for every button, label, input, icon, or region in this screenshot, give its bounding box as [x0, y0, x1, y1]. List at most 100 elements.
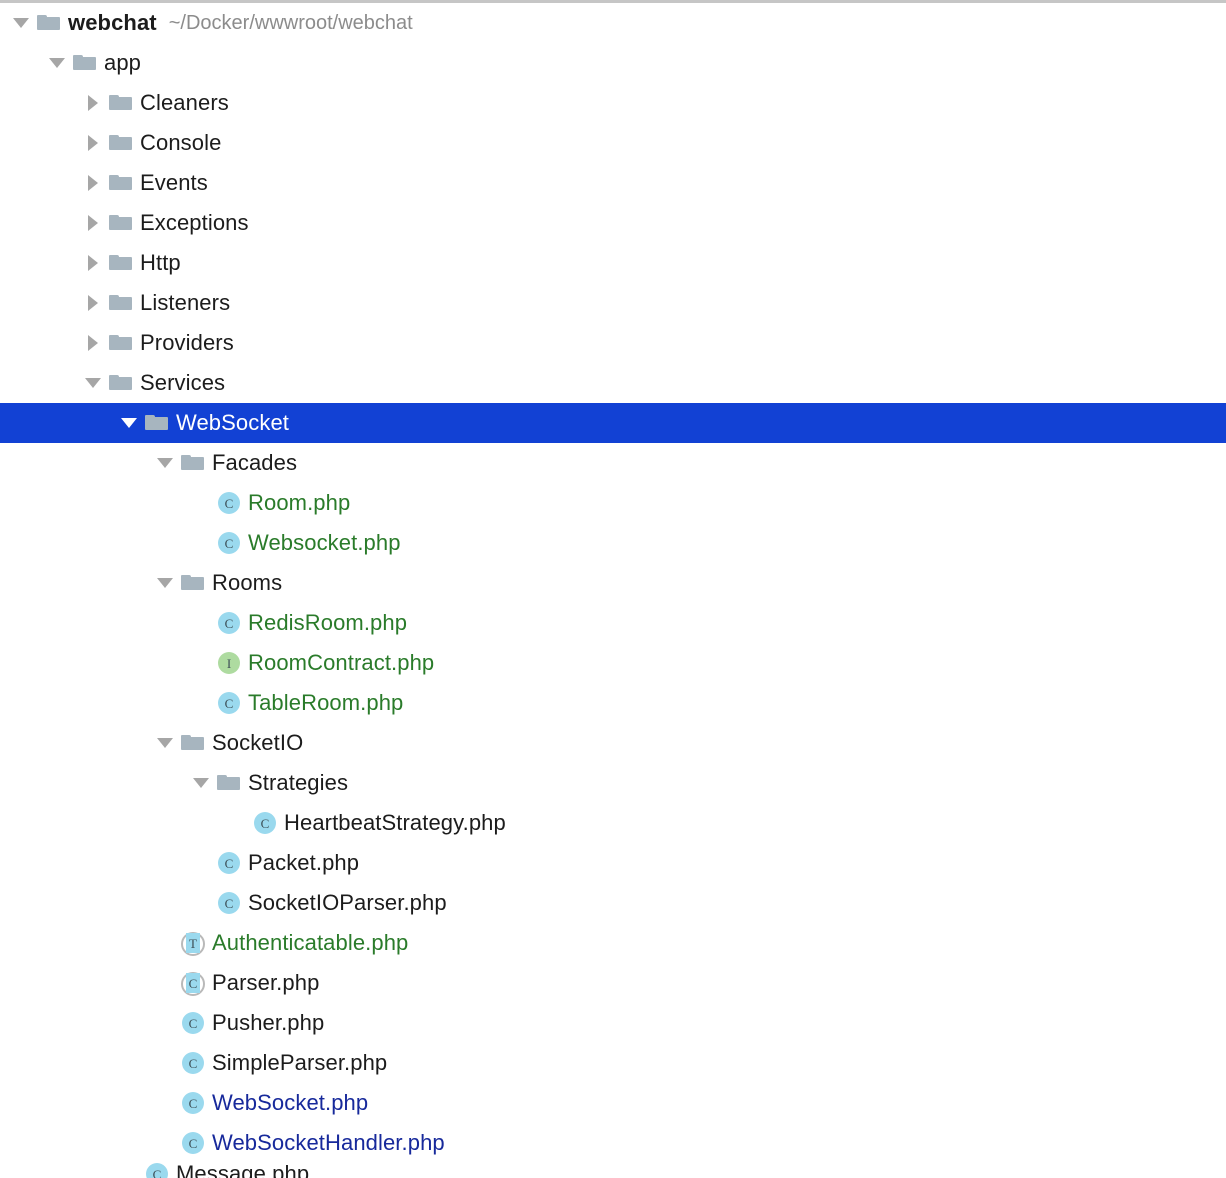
- tree-indent-spacer: [0, 783, 188, 784]
- tree-toggle[interactable]: [80, 83, 106, 123]
- php-class-icon: C: [180, 1043, 206, 1083]
- tree-row[interactable]: webchat ~/Docker/wwwroot/webchat: [0, 3, 1226, 43]
- tree-toggle-placeholder: [152, 963, 178, 1003]
- tree-row[interactable]: Facades: [0, 443, 1226, 483]
- tree-row[interactable]: C WebSocket.php: [0, 1083, 1226, 1123]
- tree-row[interactable]: Cleaners: [0, 83, 1226, 123]
- tree-row[interactable]: Strategies: [0, 763, 1226, 803]
- php-interface-icon: I: [216, 643, 242, 683]
- tree-toggle[interactable]: [80, 163, 106, 203]
- tree-row[interactable]: WebSocket: [0, 403, 1226, 443]
- php-class-icon: C: [252, 803, 278, 843]
- php-trait-icon: T: [180, 923, 206, 963]
- php-class-icon: C: [216, 843, 242, 883]
- tree-row[interactable]: C Packet.php: [0, 843, 1226, 883]
- tree-toggle[interactable]: [152, 723, 178, 763]
- type-badge-glyph: C: [218, 612, 240, 634]
- tree-toggle[interactable]: [80, 123, 106, 163]
- chevron-down-icon[interactable]: [157, 458, 173, 468]
- chevron-right-icon[interactable]: [88, 95, 98, 111]
- tree-indent-spacer: [0, 943, 152, 944]
- tree-row[interactable]: C WebSocketHandler.php: [0, 1123, 1226, 1163]
- tree-row-label: Parser.php: [212, 970, 320, 995]
- tree-row-label: Listeners: [140, 290, 231, 315]
- tree-row[interactable]: SocketIO: [0, 723, 1226, 763]
- tree-indent-spacer: [0, 903, 188, 904]
- tree-indent-spacer: [0, 863, 188, 864]
- tree-toggle[interactable]: [44, 43, 70, 83]
- tree-row-label: Packet.php: [248, 850, 360, 875]
- chevron-right-icon[interactable]: [88, 255, 98, 271]
- tree-row[interactable]: Exceptions: [0, 203, 1226, 243]
- tree-indent-spacer: [0, 63, 44, 64]
- tree-toggle[interactable]: [188, 763, 214, 803]
- tree-row[interactable]: Rooms: [0, 563, 1226, 603]
- chevron-down-icon[interactable]: [157, 738, 173, 748]
- tree-row[interactable]: I RoomContract.php: [0, 643, 1226, 683]
- tree-row[interactable]: C SimpleParser.php: [0, 1043, 1226, 1083]
- chevron-right-icon[interactable]: [88, 135, 98, 151]
- tree-row[interactable]: Services: [0, 363, 1226, 403]
- tree-row-label: Websocket.php: [248, 530, 401, 555]
- tree-toggle[interactable]: [80, 203, 106, 243]
- tree-row-label: Providers: [140, 330, 234, 355]
- tree-row-label: Events: [140, 170, 208, 195]
- tree-indent-spacer: [0, 503, 188, 504]
- tree-row-label: Room.php: [248, 490, 351, 515]
- tree-toggle[interactable]: [80, 243, 106, 283]
- chevron-right-icon[interactable]: [88, 335, 98, 351]
- chevron-right-icon[interactable]: [88, 215, 98, 231]
- tree-toggle[interactable]: [80, 283, 106, 323]
- chevron-right-icon[interactable]: [88, 175, 98, 191]
- tree-row[interactable]: app: [0, 43, 1226, 83]
- tree-row-label: WebSocketHandler.php: [212, 1130, 445, 1155]
- tree-row[interactable]: C SocketIOParser.php: [0, 883, 1226, 923]
- tree-row[interactable]: Console: [0, 123, 1226, 163]
- type-badge-glyph: C: [182, 1052, 204, 1074]
- tree-row[interactable]: Events: [0, 163, 1226, 203]
- chevron-down-icon[interactable]: [49, 58, 65, 68]
- tree-toggle[interactable]: [80, 363, 106, 403]
- tree-row[interactable]: Http: [0, 243, 1226, 283]
- tree-indent-spacer: [0, 703, 188, 704]
- folder-icon: [108, 83, 134, 123]
- folder-icon: [108, 363, 134, 403]
- tree-row[interactable]: C HeartbeatStrategy.php: [0, 803, 1226, 843]
- tree-toggle[interactable]: [80, 323, 106, 363]
- chevron-down-icon[interactable]: [121, 418, 137, 428]
- chevron-down-icon[interactable]: [193, 778, 209, 788]
- tree-indent-spacer: [0, 1174, 116, 1175]
- tree-row[interactable]: C RedisRoom.php: [0, 603, 1226, 643]
- tree-row[interactable]: C TableRoom.php: [0, 683, 1226, 723]
- tree-row[interactable]: T Authenticatable.php: [0, 923, 1226, 963]
- tree-row[interactable]: C Room.php: [0, 483, 1226, 523]
- tree-toggle-placeholder: [152, 1083, 178, 1123]
- tree-row-path: ~/Docker/wwwroot/webchat: [168, 12, 413, 34]
- tree-toggle[interactable]: [152, 443, 178, 483]
- tree-row[interactable]: C Websocket.php: [0, 523, 1226, 563]
- type-badge-glyph: C: [186, 973, 200, 993]
- tree-row-label: webchat: [68, 10, 157, 35]
- chevron-down-icon[interactable]: [13, 18, 29, 28]
- tree-row[interactable]: C Message.php: [0, 1163, 1226, 1178]
- project-tree[interactable]: webchat ~/Docker/wwwroot/webchat app Cleane…: [0, 3, 1226, 1178]
- tree-row-label: WebSocket: [176, 410, 289, 435]
- tree-row[interactable]: Listeners: [0, 283, 1226, 323]
- type-badge-glyph: C: [218, 492, 240, 514]
- tree-toggle-placeholder: [224, 803, 250, 843]
- tree-toggle-placeholder: [188, 643, 214, 683]
- tree-indent-spacer: [0, 623, 188, 624]
- tree-toggle[interactable]: [8, 3, 34, 43]
- php-class-icon: C: [216, 523, 242, 563]
- project-tool-window: webchat ~/Docker/wwwroot/webchat app Cleane…: [0, 0, 1226, 1178]
- chevron-down-icon[interactable]: [85, 378, 101, 388]
- tree-toggle[interactable]: [152, 563, 178, 603]
- tree-row-label: RedisRoom.php: [248, 610, 408, 635]
- tree-row[interactable]: Providers: [0, 323, 1226, 363]
- tree-row[interactable]: C Parser.php: [0, 963, 1226, 1003]
- tree-indent-spacer: [0, 1063, 152, 1064]
- tree-row[interactable]: C Pusher.php: [0, 1003, 1226, 1043]
- chevron-down-icon[interactable]: [157, 578, 173, 588]
- chevron-right-icon[interactable]: [88, 295, 98, 311]
- tree-toggle[interactable]: [116, 403, 142, 443]
